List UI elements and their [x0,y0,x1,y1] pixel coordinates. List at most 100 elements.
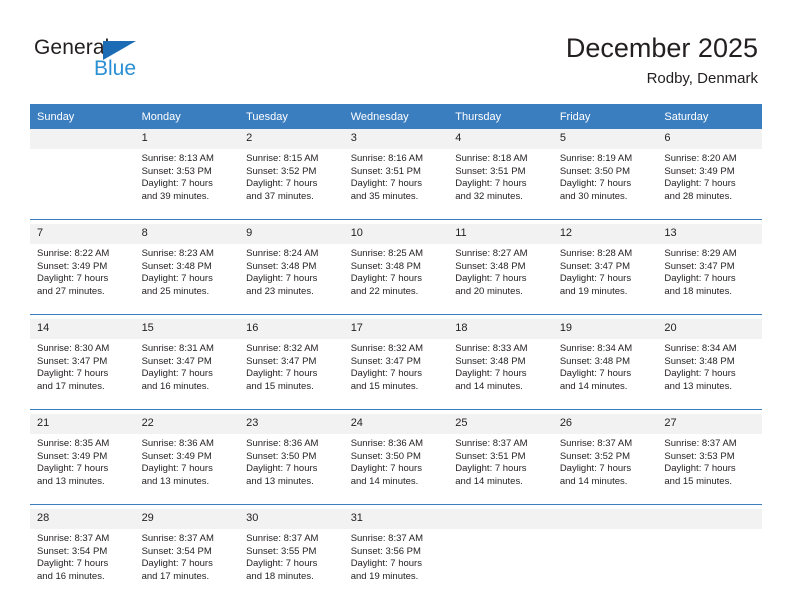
day-number[interactable]: 18 [448,319,553,339]
day-daylight-2-text: and 19 minutes. [350,570,419,582]
day-cell[interactable]: Sunrise: 8:13 AM Sunset: 3:53 PM Daylight:… [134,149,240,220]
weekday-header-monday: Monday [134,104,240,129]
day-number[interactable]: 15 [134,319,240,339]
day-sunset-text: Sunset: 3:48 PM [559,355,631,367]
day-number[interactable]: 28 [30,509,135,529]
day-daylight-2-text: and 13 minutes. [246,475,314,487]
day-daylight-2-text: and 35 minutes. [350,190,419,202]
day-sunrise-text: Sunrise: 8:27 AM [455,248,528,259]
day-number[interactable]: 12 [552,224,658,244]
day-cell[interactable]: Sunrise: 8:16 AM Sunset: 3:51 PM Daylight:… [343,149,449,220]
day-cell[interactable]: Sunrise: 8:37 AM Sunset: 3:51 PM Daylight:… [448,434,553,505]
calendar-page: General Blue December 2025 Rodby, Denmar… [0,0,792,612]
day-sunset-text: Sunset: 3:56 PM [350,545,421,557]
day-cell[interactable]: Sunrise: 8:19 AM Sunset: 3:50 PM Daylight:… [552,149,658,220]
day-cell-empty [657,529,762,599]
day-number[interactable]: 9 [239,224,344,244]
day-number[interactable]: 7 [30,224,135,244]
day-cell[interactable]: Sunrise: 8:15 AM Sunset: 3:52 PM Daylight:… [239,149,344,220]
day-daylight-2-text: and 15 minutes. [664,475,732,487]
day-number[interactable]: 4 [448,129,553,149]
day-number[interactable]: 27 [657,414,762,434]
day-cell[interactable]: Sunrise: 8:25 AM Sunset: 3:48 PM Daylight:… [343,244,449,315]
day-daylight-1-text: Daylight: 7 hours [246,463,318,475]
day-number[interactable]: 10 [343,224,449,244]
day-cell[interactable]: Sunrise: 8:22 AM Sunset: 3:49 PM Daylight:… [30,244,135,315]
day-sunset-text: Sunset: 3:52 PM [559,450,631,462]
generalblue-logo[interactable]: General Blue [34,36,214,86]
day-sunrise-text: Sunrise: 8:22 AM [37,248,110,259]
day-cell[interactable]: Sunrise: 8:36 AM Sunset: 3:50 PM Daylight:… [239,434,344,505]
day-cell[interactable]: Sunrise: 8:37 AM Sunset: 3:54 PM Daylight:… [30,529,135,599]
day-detail-row: Sunrise: 8:35 AM Sunset: 3:49 PM Daylight:… [30,434,762,505]
day-sunset-text: Sunset: 3:48 PM [246,260,317,272]
day-cell[interactable]: Sunrise: 8:34 AM Sunset: 3:48 PM Daylight:… [657,339,762,410]
day-cell[interactable]: Sunrise: 8:37 AM Sunset: 3:55 PM Daylight:… [239,529,344,599]
day-sunrise-text: Sunrise: 8:13 AM [141,153,214,164]
weekday-header-tuesday: Tuesday [239,104,344,129]
day-daylight-2-text: and 27 minutes. [37,285,105,297]
day-cell[interactable]: Sunrise: 8:20 AM Sunset: 3:49 PM Daylight:… [657,149,762,220]
day-number[interactable]: 23 [239,414,344,434]
day-daylight-2-text: and 18 minutes. [664,285,732,297]
day-cell[interactable]: Sunrise: 8:31 AM Sunset: 3:47 PM Daylight:… [134,339,240,410]
day-cell[interactable]: Sunrise: 8:23 AM Sunset: 3:48 PM Daylight:… [134,244,240,315]
day-number[interactable]: 13 [657,224,762,244]
day-sunset-text: Sunset: 3:53 PM [141,165,212,177]
day-number[interactable]: 17 [343,319,449,339]
day-daylight-1-text: Daylight: 7 hours [350,368,422,380]
day-number[interactable]: 6 [657,129,762,149]
day-number[interactable]: 8 [134,224,240,244]
page-subtitle: Rodby, Denmark [646,70,758,87]
day-number[interactable]: 20 [657,319,762,339]
day-sunrise-text: Sunrise: 8:37 AM [559,438,633,449]
day-number[interactable]: 19 [552,319,658,339]
day-number[interactable]: 30 [239,509,344,529]
day-number[interactable]: 21 [30,414,135,434]
day-cell[interactable]: Sunrise: 8:37 AM Sunset: 3:53 PM Daylight:… [657,434,762,505]
day-daylight-2-text: and 20 minutes. [455,285,523,297]
day-sunset-text: Sunset: 3:47 PM [141,355,212,367]
day-cell[interactable]: Sunrise: 8:33 AM Sunset: 3:48 PM Daylight:… [448,339,553,410]
day-number[interactable]: 14 [30,319,135,339]
day-detail-row: Sunrise: 8:37 AM Sunset: 3:54 PM Daylight:… [30,529,762,599]
day-cell[interactable]: Sunrise: 8:37 AM Sunset: 3:52 PM Daylight:… [552,434,658,505]
day-sunset-text: Sunset: 3:47 PM [246,355,317,367]
day-cell[interactable]: Sunrise: 8:36 AM Sunset: 3:49 PM Daylight:… [134,434,240,505]
day-sunset-text: Sunset: 3:47 PM [37,355,108,367]
day-sunrise-text: Sunrise: 8:20 AM [664,153,737,164]
day-cell[interactable]: Sunrise: 8:34 AM Sunset: 3:48 PM Daylight:… [552,339,658,410]
day-cell[interactable]: Sunrise: 8:35 AM Sunset: 3:49 PM Daylight:… [30,434,135,505]
weekday-header-saturday: Saturday [657,104,762,129]
day-number[interactable]: 31 [343,509,449,529]
day-detail-row: Sunrise: 8:13 AM Sunset: 3:53 PM Daylight:… [30,149,762,220]
day-number[interactable]: 2 [239,129,344,149]
day-number[interactable]: 22 [134,414,240,434]
day-cell[interactable]: Sunrise: 8:18 AM Sunset: 3:51 PM Daylight:… [448,149,553,220]
day-sunrise-text: Sunrise: 8:36 AM [350,438,424,449]
day-sunrise-text: Sunrise: 8:37 AM [141,533,214,544]
day-number[interactable]: 24 [343,414,449,434]
day-cell[interactable]: Sunrise: 8:30 AM Sunset: 3:47 PM Daylight:… [30,339,135,410]
day-cell[interactable]: Sunrise: 8:32 AM Sunset: 3:47 PM Daylight:… [343,339,449,410]
day-cell[interactable]: Sunrise: 8:27 AM Sunset: 3:48 PM Daylight:… [448,244,553,315]
day-number[interactable]: 29 [134,509,240,529]
day-daylight-1-text: Daylight: 7 hours [559,178,632,190]
day-number[interactable]: 5 [552,129,658,149]
day-cell[interactable]: Sunrise: 8:37 AM Sunset: 3:54 PM Daylight:… [134,529,240,599]
day-cell[interactable]: Sunrise: 8:36 AM Sunset: 3:50 PM Daylight:… [343,434,449,505]
day-cell[interactable]: Sunrise: 8:37 AM Sunset: 3:56 PM Daylight:… [343,529,449,599]
day-cell[interactable]: Sunrise: 8:28 AM Sunset: 3:47 PM Daylight:… [552,244,658,315]
day-daylight-1-text: Daylight: 7 hours [559,273,632,285]
day-cell[interactable]: Sunrise: 8:29 AM Sunset: 3:47 PM Daylight:… [657,244,762,315]
day-cell[interactable]: Sunrise: 8:32 AM Sunset: 3:47 PM Daylight:… [239,339,344,410]
weekday-header-sunday: Sunday [30,104,135,129]
day-number[interactable]: 11 [448,224,553,244]
day-number[interactable]: 16 [239,319,344,339]
day-number[interactable]: 1 [134,129,240,149]
day-sunset-text: Sunset: 3:49 PM [37,450,108,462]
day-number[interactable]: 26 [552,414,658,434]
day-number[interactable]: 25 [448,414,553,434]
day-number[interactable]: 3 [343,129,449,149]
day-cell[interactable]: Sunrise: 8:24 AM Sunset: 3:48 PM Daylight:… [239,244,344,315]
